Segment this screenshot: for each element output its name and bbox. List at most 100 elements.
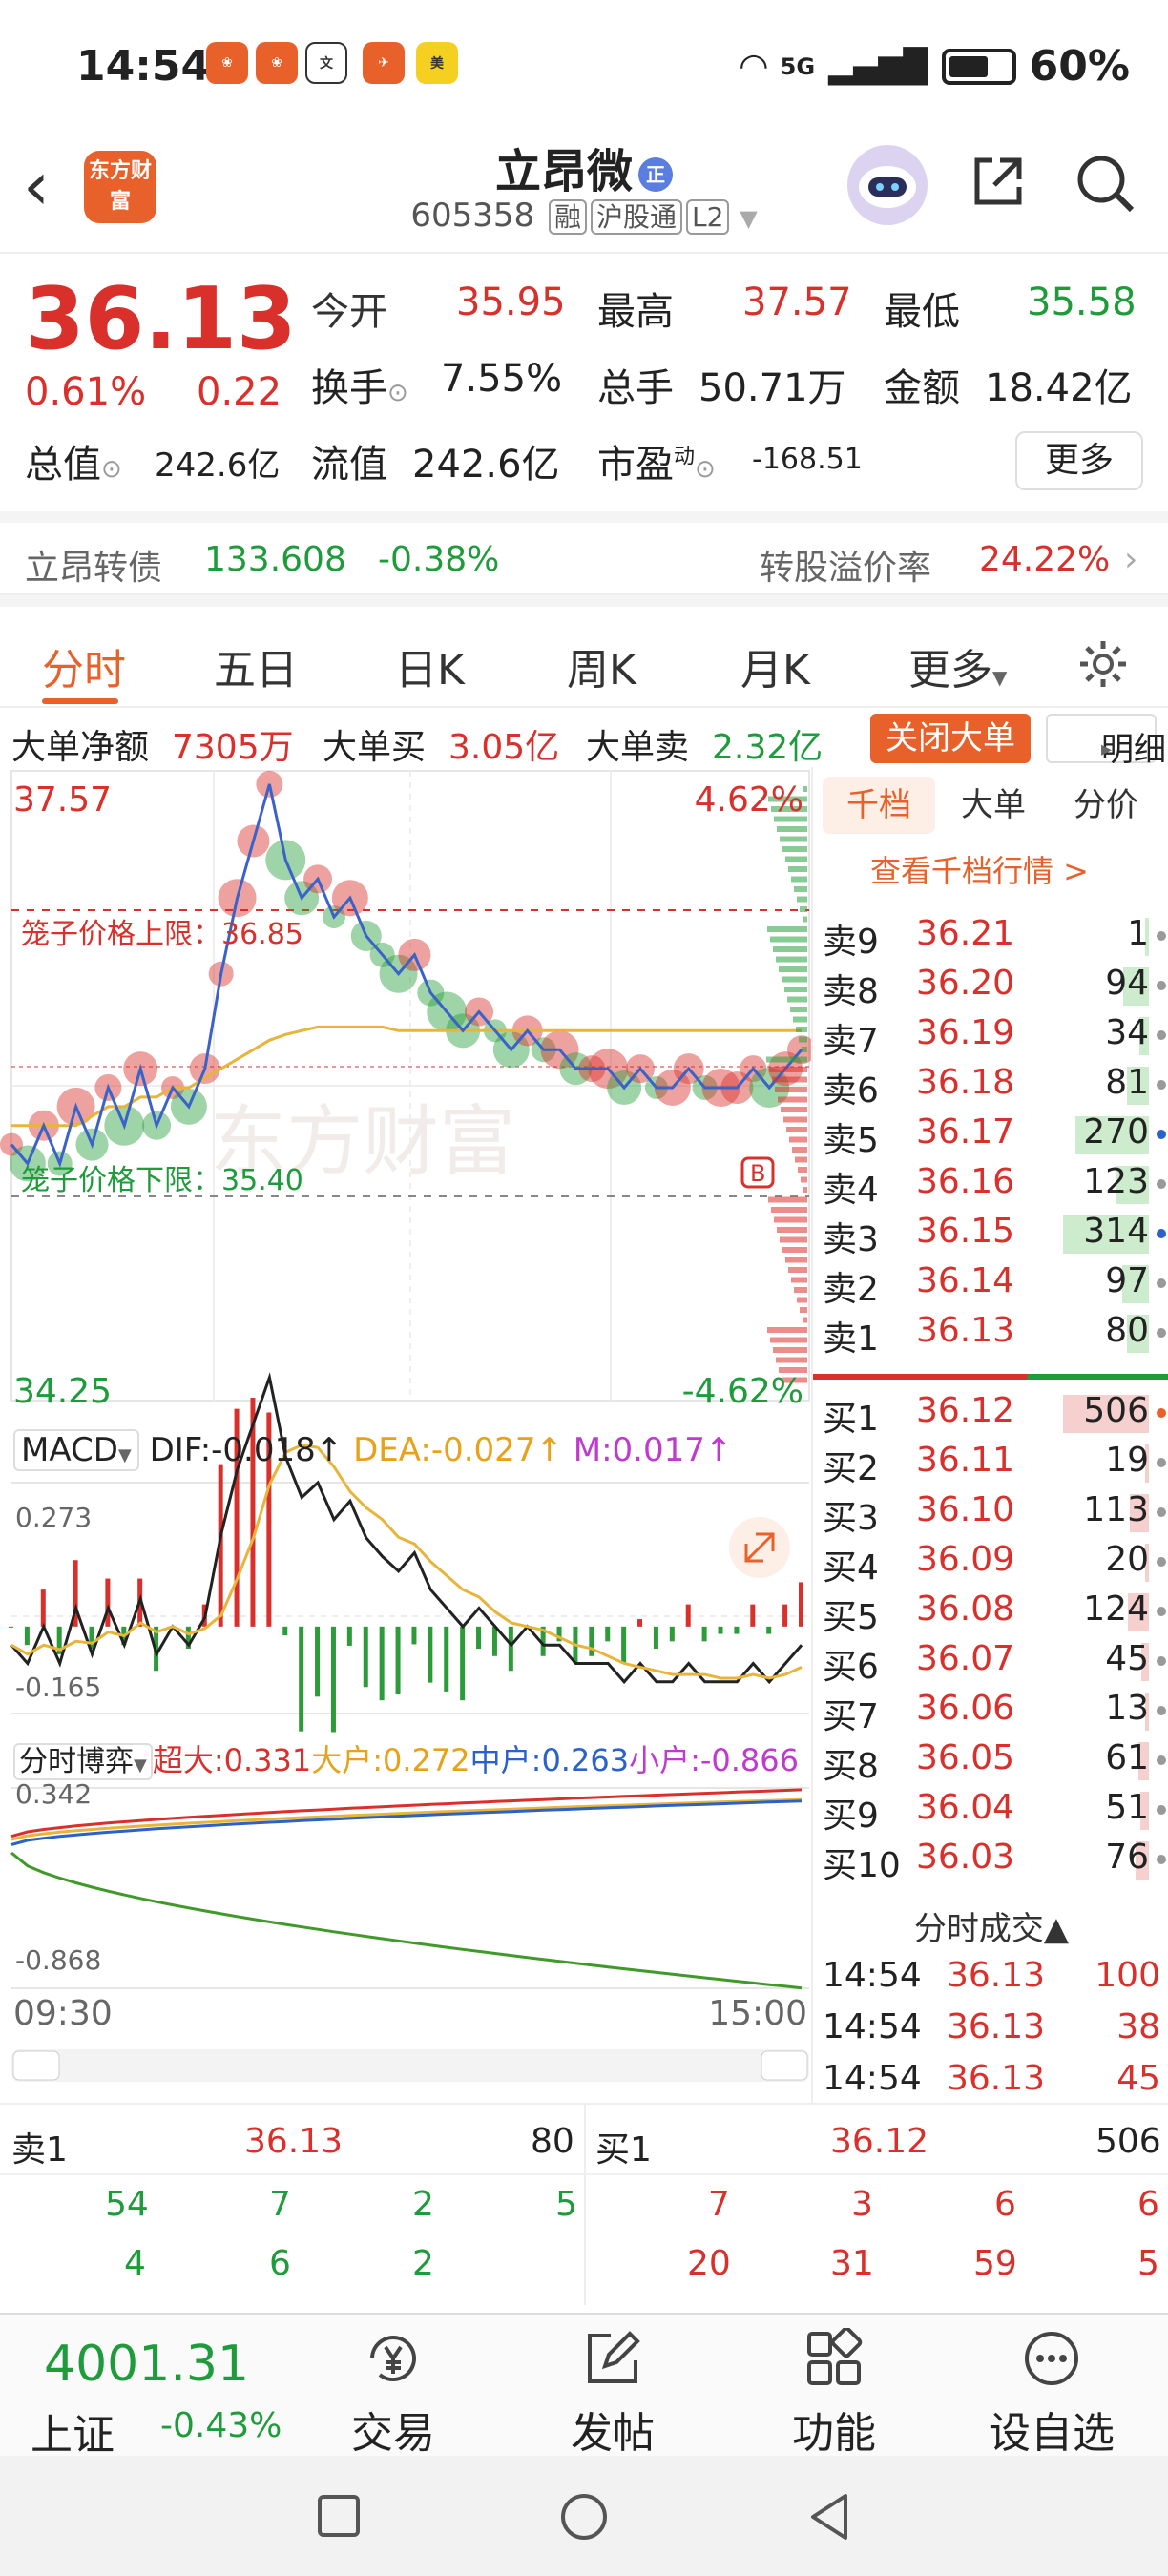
level-price: 36.09 bbox=[916, 1540, 1015, 1579]
stock-name: 立昂微 bbox=[494, 145, 633, 198]
volume-at-price-bar bbox=[799, 1036, 807, 1043]
lower-limit-label: 笼子价格下限：35.40 bbox=[21, 1164, 303, 1197]
tab-thousand-level[interactable]: 千档 bbox=[823, 777, 935, 834]
level-volume: 45 bbox=[1105, 1639, 1149, 1678]
level-volume: 19 bbox=[1105, 1441, 1149, 1480]
level-dot bbox=[1157, 1408, 1166, 1418]
level-label: 卖3 bbox=[823, 1220, 879, 1259]
ask-row[interactable]: 卖8 36.20 94 bbox=[813, 960, 1168, 1011]
status-time: 14:54 bbox=[76, 42, 211, 91]
depth-cell: 6 bbox=[1137, 2185, 1159, 2224]
trades-header[interactable]: 分时成交▲ bbox=[813, 1902, 1168, 1949]
view-all-levels-link[interactable]: 查看千档行情 > bbox=[870, 847, 1089, 891]
macd-bar bbox=[782, 1604, 788, 1627]
bid-row[interactable]: 买1 36.12 506 bbox=[813, 1387, 1168, 1439]
nav-post[interactable]: 发帖 bbox=[536, 2328, 689, 2460]
tab-price-distribution[interactable]: 分价 bbox=[1050, 777, 1162, 834]
ask-row[interactable]: 卖4 36.16 123 bbox=[813, 1158, 1168, 1210]
share-icon[interactable] bbox=[970, 153, 1027, 210]
level-price: 36.20 bbox=[916, 964, 1015, 1003]
macd-bar bbox=[9, 1626, 13, 1628]
ask-row[interactable]: 卖5 36.17 270 bbox=[813, 1109, 1168, 1160]
volume-at-price-bar bbox=[794, 1287, 807, 1293]
depth-buy-vol: 506 bbox=[1095, 2122, 1161, 2161]
ask-row[interactable]: 卖3 36.15 314 bbox=[813, 1208, 1168, 1259]
tag-connect: 沪股通 bbox=[590, 199, 682, 235]
caret-down-icon[interactable]: ▼ bbox=[740, 205, 757, 232]
tab-monthly-k[interactable]: 月K bbox=[740, 635, 810, 696]
volume-at-price-bar bbox=[780, 836, 807, 842]
search-icon[interactable] bbox=[1073, 151, 1136, 214]
trade-price: 36.13 bbox=[947, 2059, 1046, 2098]
level-volume: 81 bbox=[1105, 1063, 1149, 1102]
level-volume: 314 bbox=[1083, 1212, 1149, 1251]
depth-cell: 7 bbox=[708, 2185, 730, 2224]
detail-button[interactable]: 明细 ▸ bbox=[1046, 714, 1166, 769]
bid-row[interactable]: 买3 36.10 113 bbox=[813, 1486, 1168, 1538]
bid-row[interactable]: 买6 36.07 45 bbox=[813, 1635, 1168, 1687]
tab-intraday[interactable]: 分时 bbox=[42, 635, 126, 696]
ask-row[interactable]: 卖6 36.18 81 bbox=[813, 1059, 1168, 1111]
volume-at-price-bar bbox=[789, 1136, 807, 1143]
volume-at-price-bar bbox=[773, 946, 807, 952]
bid-row[interactable]: 买9 36.04 51 bbox=[813, 1784, 1168, 1836]
float-value: 242.6亿 bbox=[412, 443, 560, 487]
bid-row[interactable]: 买2 36.11 19 bbox=[813, 1437, 1168, 1488]
amount-value: 18.42亿 bbox=[985, 366, 1133, 410]
game-selector[interactable]: 分时博弈▼ bbox=[13, 1743, 153, 1780]
volume-at-price-bar bbox=[782, 846, 807, 852]
turnover-label: 换手⊙ bbox=[311, 366, 408, 410]
recent-apps-icon[interactable] bbox=[317, 2494, 361, 2538]
dif-line bbox=[10, 1372, 803, 1685]
macd-bar bbox=[508, 1626, 513, 1672]
close-big-order-button[interactable]: 关闭大单 bbox=[870, 714, 1031, 763]
nav-functions[interactable]: 功能 bbox=[758, 2326, 910, 2460]
depth-cell: 31 bbox=[830, 2244, 874, 2283]
battery-level: 60% bbox=[1029, 42, 1130, 91]
macd-bar bbox=[653, 1626, 658, 1650]
ask-row[interactable]: 卖9 36.21 1 bbox=[813, 910, 1168, 962]
ask-row[interactable]: 卖1 36.13 80 bbox=[813, 1307, 1168, 1359]
macd-selector[interactable]: MACD▼ bbox=[13, 1429, 139, 1471]
intraday-chart-area[interactable]: 东方财富 B 37.57 4.62% 笼子价格上限：36.85 笼子价格下限：3… bbox=[0, 767, 816, 2103]
tab-five-day[interactable]: 五日 bbox=[214, 635, 298, 696]
level-label: 卖9 bbox=[823, 923, 879, 962]
convertible-bond-row[interactable]: 立昂转债 133.608 -0.38% 转股溢价率 24.22% › bbox=[0, 511, 1168, 595]
volume-at-price-bar bbox=[771, 1207, 807, 1213]
assistant-robot-icon[interactable] bbox=[847, 145, 928, 225]
chart-bottom-price: 34.25 bbox=[13, 1372, 113, 1411]
macd-m: M:0.017↑ bbox=[573, 1431, 733, 1469]
tab-weekly-k[interactable]: 周K bbox=[567, 635, 636, 696]
macd-bar bbox=[428, 1626, 433, 1683]
net-label: 大单净额 bbox=[11, 728, 150, 767]
level-label: 卖1 bbox=[823, 1319, 879, 1359]
settings-gear-icon[interactable] bbox=[1076, 637, 1130, 691]
bid-row[interactable]: 买10 36.03 76 bbox=[813, 1834, 1168, 1885]
trade-volume: 45 bbox=[1116, 2059, 1160, 2098]
bid-row[interactable]: 买7 36.06 13 bbox=[813, 1685, 1168, 1736]
signal-icon: ▂▄▆█ bbox=[828, 47, 928, 86]
volume-at-price-bar bbox=[791, 1277, 807, 1283]
macd-bar bbox=[315, 1626, 321, 1697]
nav-add-watchlist[interactable]: 设自选 bbox=[975, 2328, 1128, 2460]
tab-big-order[interactable]: 大单 bbox=[937, 777, 1050, 834]
bond-pct: -0.38% bbox=[378, 540, 500, 579]
macd-bar bbox=[637, 1619, 643, 1627]
app-notification-icon: ✈ bbox=[363, 42, 405, 84]
macd-bar bbox=[444, 1626, 449, 1692]
ask-row[interactable]: 卖7 36.19 34 bbox=[813, 1009, 1168, 1061]
ask-row[interactable]: 卖2 36.14 97 bbox=[813, 1257, 1168, 1309]
more-button[interactable]: 更多 bbox=[1015, 431, 1143, 490]
edit-icon bbox=[588, 2331, 640, 2383]
tab-daily-k[interactable]: 日K bbox=[395, 635, 465, 696]
bid-row[interactable]: 买4 36.09 20 bbox=[813, 1536, 1168, 1588]
trade-row: 14:54 36.13 45 bbox=[813, 2055, 1168, 2107]
back-triangle-icon[interactable] bbox=[807, 2492, 851, 2542]
tab-more[interactable]: 更多▼ bbox=[908, 635, 1007, 696]
nav-trade[interactable]: 交易 bbox=[317, 2328, 469, 2460]
macd-bar bbox=[299, 1626, 304, 1732]
bid-row[interactable]: 买5 36.08 124 bbox=[813, 1586, 1168, 1637]
bid-row[interactable]: 买8 36.05 61 bbox=[813, 1735, 1168, 1786]
volume-at-price-bar bbox=[781, 1107, 807, 1112]
home-icon[interactable] bbox=[559, 2492, 609, 2542]
